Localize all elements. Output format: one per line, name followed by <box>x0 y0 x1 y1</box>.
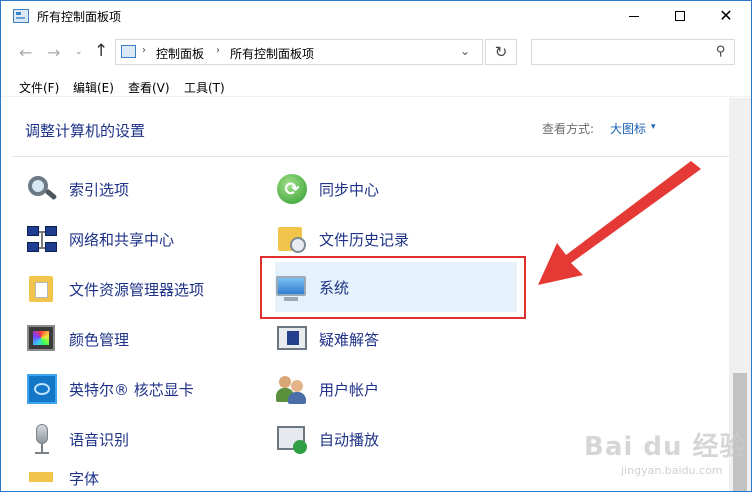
baidu-watermark: Bai du 经验 <box>584 432 747 462</box>
annotation-arrow <box>538 161 701 285</box>
red-arrow-icon <box>538 161 701 285</box>
baidu-watermark-url: jingyan.baidu.com <box>621 464 723 477</box>
control-panel-window: 所有控制面板项 ✕ ← → ⌄ ↑ › 控制面板 › 所有控制面板项 ⌄ ↻ ⚲… <box>0 0 752 492</box>
